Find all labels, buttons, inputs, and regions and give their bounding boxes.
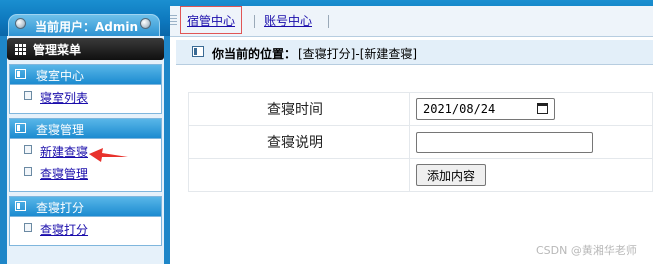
tab-dorm-center[interactable]: 宿管中心 xyxy=(180,6,243,34)
add-content-button[interactable]: 添加内容 xyxy=(416,164,487,186)
sidebar-panel: 管理菜单 寝室中心 寝室列表 查寝管理 新建查寝 查寝管理 查寝打分 查寝打分 xyxy=(7,36,164,264)
menu-group-inspection-manage: 查寝管理 新建查寝 查寝管理 xyxy=(9,118,162,192)
menu-header: 管理菜单 xyxy=(7,38,164,60)
calendar-icon[interactable] xyxy=(537,103,548,114)
grid-icon xyxy=(15,44,27,55)
document-icon xyxy=(24,145,32,154)
menu-group-dorm-center: 寝室中心 寝室列表 xyxy=(9,64,162,114)
top-nav: 宿管中心 账号中心 xyxy=(170,6,653,37)
sidebar-item-new-inspection[interactable]: 新建查寝 xyxy=(10,139,161,161)
menu-group-title: 查寝管理 xyxy=(36,123,85,137)
list-icon xyxy=(15,123,26,133)
sidebar-item-label[interactable]: 查寝打分 xyxy=(40,221,88,238)
sidebar-item-label[interactable]: 查寝管理 xyxy=(40,165,88,182)
form-row-desc: 查寝说明 xyxy=(188,125,653,159)
pin-icon xyxy=(15,18,26,29)
sidebar-item-inspection-manage[interactable]: 查寝管理 xyxy=(10,161,161,183)
grip-icon xyxy=(170,15,177,27)
date-value: 2021/08/24 xyxy=(423,102,496,116)
sidebar: 管理菜单 寝室中心 寝室列表 查寝管理 新建查寝 查寝管理 查寝打分 查寝打分 xyxy=(0,36,170,264)
breadcrumb: 你当前的位置： [查寝打分]-[新建查寝] xyxy=(176,40,653,65)
breadcrumb-prefix: 你当前的位置： xyxy=(212,47,297,61)
breadcrumb-path: [查寝打分]-[新建查寝] xyxy=(298,47,418,61)
watermark: CSDN @黄湘华老师 xyxy=(536,244,637,257)
form-row-date: 查寝时间 2021/08/24 xyxy=(188,92,653,126)
new-inspection-form: 查寝时间 2021/08/24 查寝说明 添加内容 xyxy=(188,92,653,192)
menu-group-title: 查寝打分 xyxy=(36,201,85,215)
description-input[interactable] xyxy=(416,131,593,153)
document-icon xyxy=(24,167,32,176)
pin-icon xyxy=(140,18,151,29)
current-user-tab: 当前用户：Admin xyxy=(8,14,160,36)
sidebar-item-label[interactable]: 寝室列表 xyxy=(40,89,88,106)
form-row-submit: 添加内容 xyxy=(188,158,653,192)
menu-title: 管理菜单 xyxy=(33,43,82,57)
document-icon xyxy=(24,91,32,100)
sidebar-item-inspection-score[interactable]: 查寝打分 xyxy=(10,217,161,239)
list-icon xyxy=(15,201,26,211)
annotation-arrow-icon xyxy=(89,148,128,162)
sidebar-item-label[interactable]: 新建查寝 xyxy=(40,143,88,160)
document-icon xyxy=(24,223,32,232)
menu-group-header[interactable]: 寝室中心 xyxy=(10,65,161,85)
menu-group-header[interactable]: 查寝打分 xyxy=(10,197,161,217)
sidebar-item-dorm-list[interactable]: 寝室列表 xyxy=(10,85,161,107)
menu-group-inspection-score: 查寝打分 查寝打分 xyxy=(9,196,162,246)
menu-group-header[interactable]: 查寝管理 xyxy=(10,119,161,139)
nav-divider xyxy=(254,15,255,28)
location-icon xyxy=(192,46,204,57)
date-label: 查寝时间 xyxy=(188,92,410,126)
menu-group-title: 寝室中心 xyxy=(36,69,85,83)
description-label: 查寝说明 xyxy=(188,125,410,159)
date-input[interactable]: 2021/08/24 xyxy=(416,98,555,120)
list-icon xyxy=(15,69,26,79)
current-user-label: 当前用户：Admin xyxy=(35,20,139,34)
tab-account-center[interactable]: 账号中心 xyxy=(264,10,312,32)
nav-divider xyxy=(328,15,329,28)
